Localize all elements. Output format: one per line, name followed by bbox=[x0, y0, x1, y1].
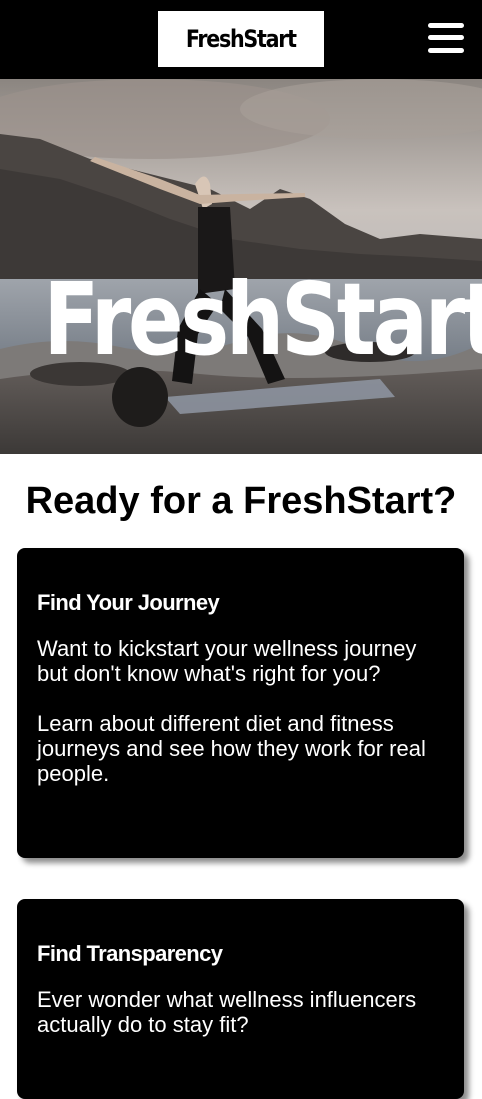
menu-bar-middle bbox=[428, 35, 464, 40]
hamburger-menu-icon[interactable] bbox=[428, 21, 466, 57]
transparency-card[interactable]: Find Transparency Ever wonder what welln… bbox=[17, 899, 464, 1099]
menu-bar-top bbox=[428, 23, 464, 28]
journey-card[interactable]: Find Your Journey Want to kickstart your… bbox=[17, 548, 464, 858]
hero-banner: FreshStart bbox=[0, 79, 482, 454]
menu-bar-bottom bbox=[428, 48, 464, 53]
hero-title: FreshStart bbox=[43, 261, 482, 378]
card-paragraph: Ever wonder what wellness influencers ac… bbox=[37, 987, 417, 1037]
logo-text: FreshStart bbox=[186, 25, 297, 53]
card-paragraph: Want to kickstart your wellness journey … bbox=[37, 636, 417, 686]
card-title: Find Your Journey bbox=[37, 590, 220, 615]
top-navigation-bar: FreshStart bbox=[0, 0, 482, 79]
page-heading: Ready for a FreshStart? bbox=[25, 480, 457, 522]
site-logo[interactable]: FreshStart bbox=[158, 11, 324, 67]
card-paragraph: Learn about different diet and fitness j… bbox=[37, 711, 426, 786]
card-title: Find Transparency bbox=[37, 941, 223, 966]
